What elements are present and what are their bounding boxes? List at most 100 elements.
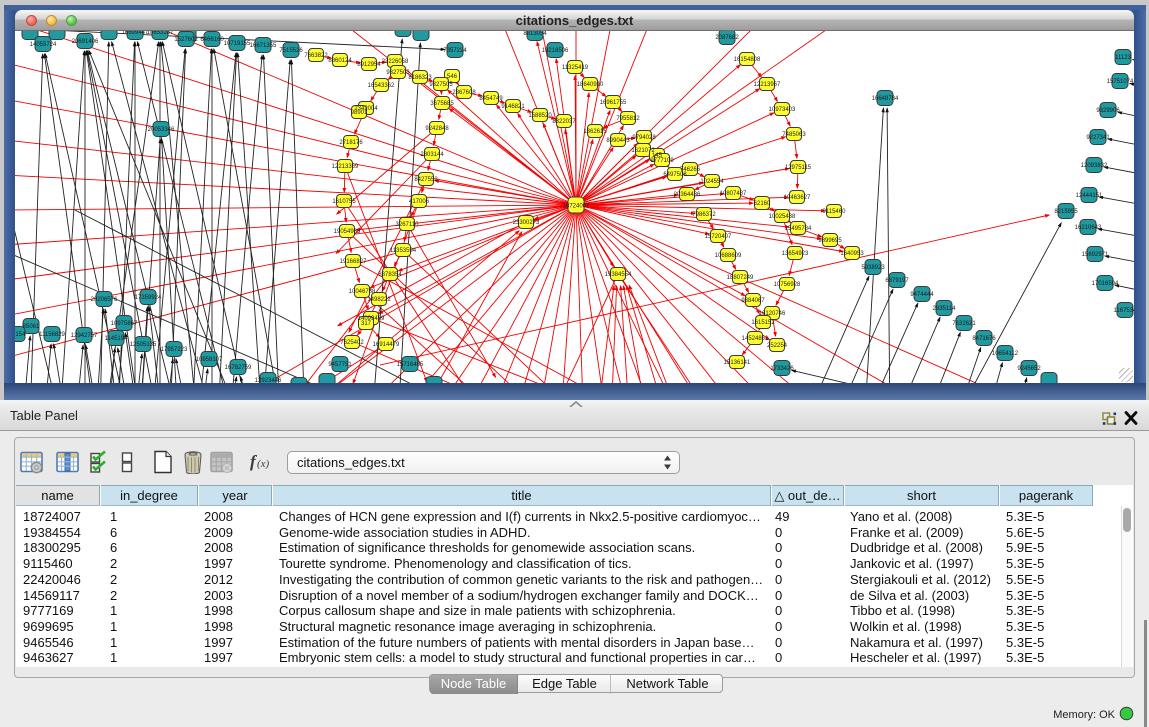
svg-text:10975867: 10975867: [111, 321, 138, 327]
svg-text:11325419: 11325419: [562, 65, 589, 71]
svg-text:11123: 11123: [1115, 55, 1131, 61]
svg-text:1498222: 1498222: [367, 297, 391, 303]
svg-text:10719155: 10719155: [224, 41, 251, 47]
svg-text:8813054: 8813054: [523, 31, 547, 37]
svg-text:10654112: 10654112: [992, 351, 1019, 357]
svg-text:16671355: 16671355: [250, 43, 277, 49]
svg-text:18724007: 18724007: [563, 204, 590, 210]
svg-text:9384067: 9384067: [741, 298, 765, 304]
svg-text:10973403: 10973403: [769, 107, 796, 113]
svg-text:8454749: 8454749: [479, 96, 503, 102]
svg-text:9474444: 9474444: [910, 292, 934, 298]
svg-text:18807249: 18807249: [727, 275, 754, 281]
svg-text:14524851: 14524851: [742, 336, 769, 342]
svg-text:15692971: 15692971: [1082, 252, 1109, 258]
svg-text:17957223: 17957223: [161, 347, 188, 353]
svg-text:16033809: 16033809: [390, 31, 417, 33]
svg-text:19463627: 19463627: [784, 195, 811, 201]
svg-text:546: 546: [447, 74, 458, 80]
svg-text:2935114: 2935114: [933, 306, 957, 312]
svg-text:12975115: 12975115: [785, 165, 812, 171]
svg-text:1145194: 1145194: [105, 336, 129, 342]
svg-text:7632621: 7632621: [952, 321, 976, 327]
svg-text:9329906: 9329906: [1096, 108, 1120, 114]
svg-text:1362615: 1362615: [583, 129, 607, 135]
svg-text:10807487: 10807487: [720, 191, 747, 197]
svg-text:17016504: 17016504: [1092, 281, 1119, 287]
svg-text:6466160: 6466160: [200, 37, 224, 43]
svg-text:15136141: 15136141: [724, 360, 751, 366]
svg-text:8860124: 8860124: [328, 58, 352, 64]
svg-text:20053346: 20053346: [148, 127, 175, 133]
svg-text:6497508: 6497508: [663, 172, 687, 178]
svg-text:9457791: 9457791: [328, 362, 352, 368]
svg-text:1167534: 1167534: [1114, 308, 1134, 314]
svg-text:16914479: 16914479: [373, 342, 400, 348]
svg-text:1527602: 1527602: [174, 37, 198, 43]
svg-text:11156829: 11156829: [39, 332, 65, 338]
svg-text:23300273: 23300273: [513, 220, 540, 226]
svg-text:12942757: 12942757: [71, 333, 98, 339]
svg-text:10653287: 10653287: [147, 31, 174, 36]
svg-text:6879197: 6879197: [885, 278, 909, 284]
svg-text:16782759: 16782759: [225, 365, 252, 371]
svg-text:20364436: 20364436: [674, 192, 701, 198]
svg-text:10958107: 10958107: [196, 357, 223, 363]
svg-text:8878354: 8878354: [378, 272, 402, 278]
svg-text:18640910: 18640910: [577, 82, 604, 88]
svg-text:16210643: 16210643: [1075, 225, 1102, 231]
svg-text:9245652: 9245652: [1017, 366, 1041, 372]
svg-text:62160: 62160: [754, 201, 771, 207]
svg-text:1733426: 1733426: [770, 366, 794, 372]
svg-text:9227341: 9227341: [1086, 135, 1110, 141]
svg-text:15720407: 15720407: [705, 234, 732, 240]
svg-text:19218506: 19218506: [542, 48, 569, 54]
svg-text:16543362: 16543362: [368, 83, 395, 89]
svg-text:8471676: 8471676: [972, 336, 996, 342]
svg-text:15751074: 15751074: [1107, 79, 1134, 85]
svg-text:9794028: 9794028: [632, 135, 656, 141]
svg-text:9899695: 9899695: [818, 238, 842, 244]
svg-text:7955812: 7955812: [616, 116, 640, 122]
svg-text:417006: 417006: [409, 199, 430, 205]
svg-text:7515526: 7515526: [279, 48, 303, 54]
svg-text:10025438: 10025438: [769, 214, 796, 220]
svg-text:9327503: 9327503: [386, 70, 410, 76]
svg-text:252254: 252254: [767, 343, 788, 349]
svg-text:10688609: 10688609: [715, 253, 742, 259]
svg-text:85061: 85061: [23, 324, 40, 330]
svg-text:12505135: 12505135: [130, 342, 157, 348]
svg-text:8322037: 8322037: [552, 119, 576, 125]
svg-text:39154: 39154: [15, 332, 26, 338]
svg-text:20206576: 20206576: [91, 297, 118, 303]
svg-text:16648784: 16648784: [872, 96, 899, 102]
svg-text:(x): (x): [257, 458, 270, 470]
svg-text:9777109: 9777109: [650, 158, 674, 164]
svg-text:1640953: 1640953: [840, 251, 864, 257]
svg-text:3267110: 3267110: [396, 222, 420, 228]
svg-text:2718176: 2718176: [339, 140, 363, 146]
svg-text:8912954: 8912954: [357, 62, 381, 68]
svg-text:19384554: 19384554: [605, 272, 632, 278]
svg-text:16120746: 16120746: [759, 311, 786, 317]
svg-text:19054983: 19054983: [334, 229, 361, 235]
svg-text:7986372: 7986372: [692, 212, 716, 218]
svg-text:19166827: 19166827: [340, 259, 367, 265]
svg-text:10756928: 10756928: [774, 282, 801, 288]
svg-text:2867608: 2867608: [452, 90, 476, 96]
svg-text:8186323: 8186323: [408, 75, 432, 81]
svg-text:9242848: 9242848: [425, 126, 449, 132]
svg-text:9146821: 9146821: [501, 104, 525, 110]
svg-text:7357224: 7357224: [443, 48, 467, 54]
svg-text:16699447: 16699447: [122, 31, 149, 36]
svg-text:2087682: 2087682: [715, 35, 739, 41]
svg-text:7625402: 7625402: [340, 340, 364, 346]
svg-text:1024554: 1024554: [700, 179, 724, 185]
svg-text:3675685: 3675685: [430, 101, 454, 107]
svg-text:5938923: 5938923: [861, 265, 885, 271]
svg-text:7485063: 7485063: [782, 132, 806, 138]
svg-text:12923446: 12923446: [255, 378, 282, 383]
svg-text:20691406: 20691406: [72, 39, 99, 45]
svg-text:11353594: 11353594: [390, 248, 417, 254]
svg-text:16961755: 16961755: [600, 100, 627, 106]
